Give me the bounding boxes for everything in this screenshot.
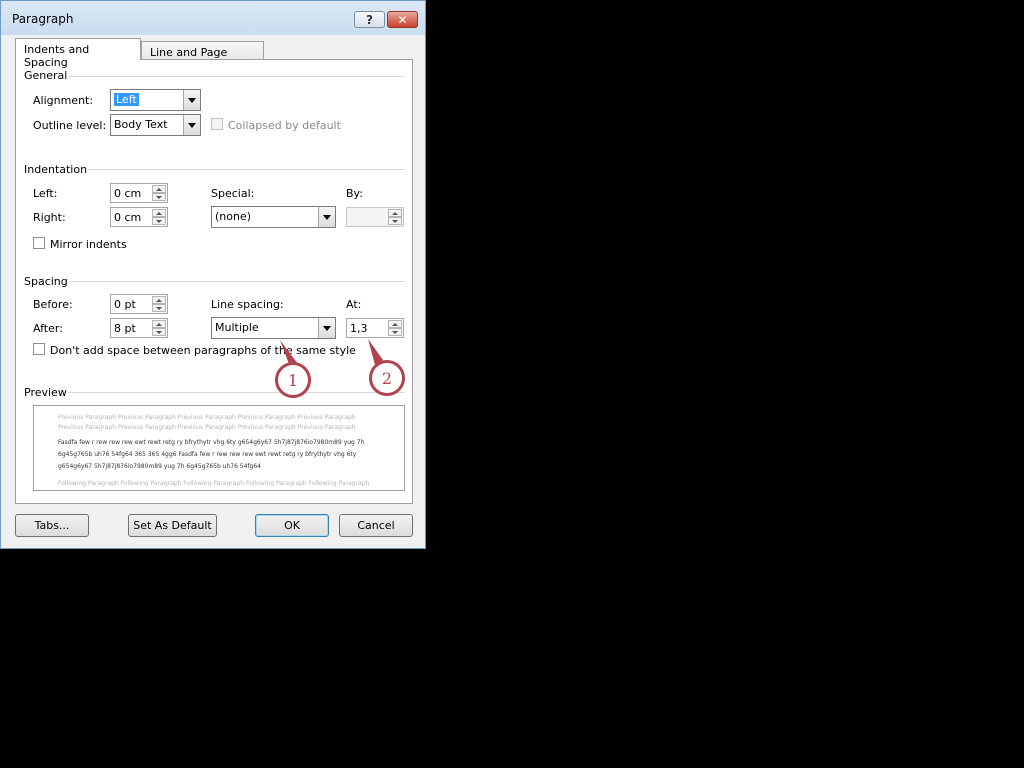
- ok-button[interactable]: OK: [255, 514, 329, 537]
- preview-following-line: Following Paragraph Following Paragraph …: [58, 480, 370, 487]
- callout-2: 2: [369, 360, 405, 396]
- preview-sample-line: 6g45g765b uh76 54fg64 365 365 4gg6 Fasdf…: [58, 451, 357, 458]
- tab-indents-and-spacing[interactable]: Indents and Spacing: [15, 38, 141, 69]
- callout-1-pointer: [280, 340, 298, 364]
- preview-sample-line: Fasdfa few r rew rew rew ewt rewt retg r…: [58, 439, 365, 446]
- cancel-button[interactable]: Cancel: [339, 514, 413, 537]
- tabs-button[interactable]: Tabs...: [15, 514, 89, 537]
- preview-previous-line: Previous Paragraph Previous Paragraph Pr…: [58, 424, 356, 431]
- preview-sample-line: g654g6y67 5h7j87j876io7980m89 yug 7h 6g4…: [58, 463, 262, 470]
- callout-1: 1: [275, 362, 311, 398]
- set-as-default-button[interactable]: Set As Default: [128, 514, 217, 537]
